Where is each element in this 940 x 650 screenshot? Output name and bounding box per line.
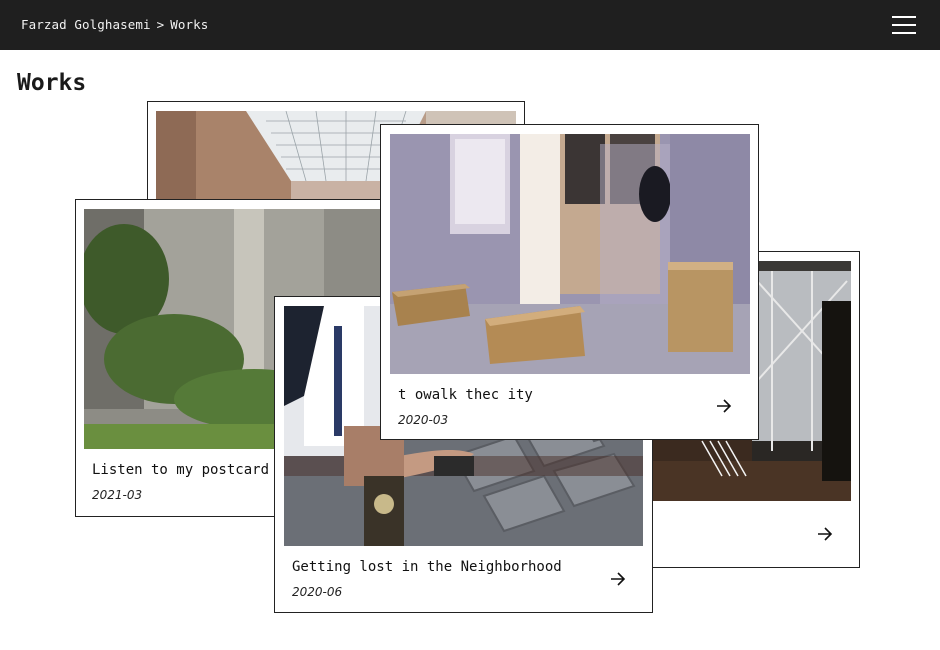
work-image-room-with-boxes [390,134,750,374]
work-card[interactable]: t owalk thec ity 2020-03 [380,124,759,440]
hamburger-menu-icon[interactable] [892,16,916,34]
arrow-right-icon[interactable] [609,570,627,588]
work-date: 2020-06 [292,585,343,599]
work-title: t owalk thec ity [398,387,533,403]
breadcrumb: Farzad Golghasemi > Works [21,17,208,32]
work-date: 2020-03 [398,413,449,427]
top-bar: Farzad Golghasemi > Works [0,0,940,50]
arrow-right-icon[interactable] [816,525,834,543]
work-title: Getting lost in the Neighborhood [292,559,562,575]
breadcrumb-home-link[interactable]: Farzad Golghasemi [21,17,151,32]
work-title: Listen to my postcard [92,462,270,478]
breadcrumb-separator: > [156,17,165,32]
breadcrumb-current: Works [170,17,209,32]
arrow-right-icon[interactable] [715,397,733,415]
page-title: Works [17,70,87,96]
work-date: 2021-03 [92,488,143,502]
